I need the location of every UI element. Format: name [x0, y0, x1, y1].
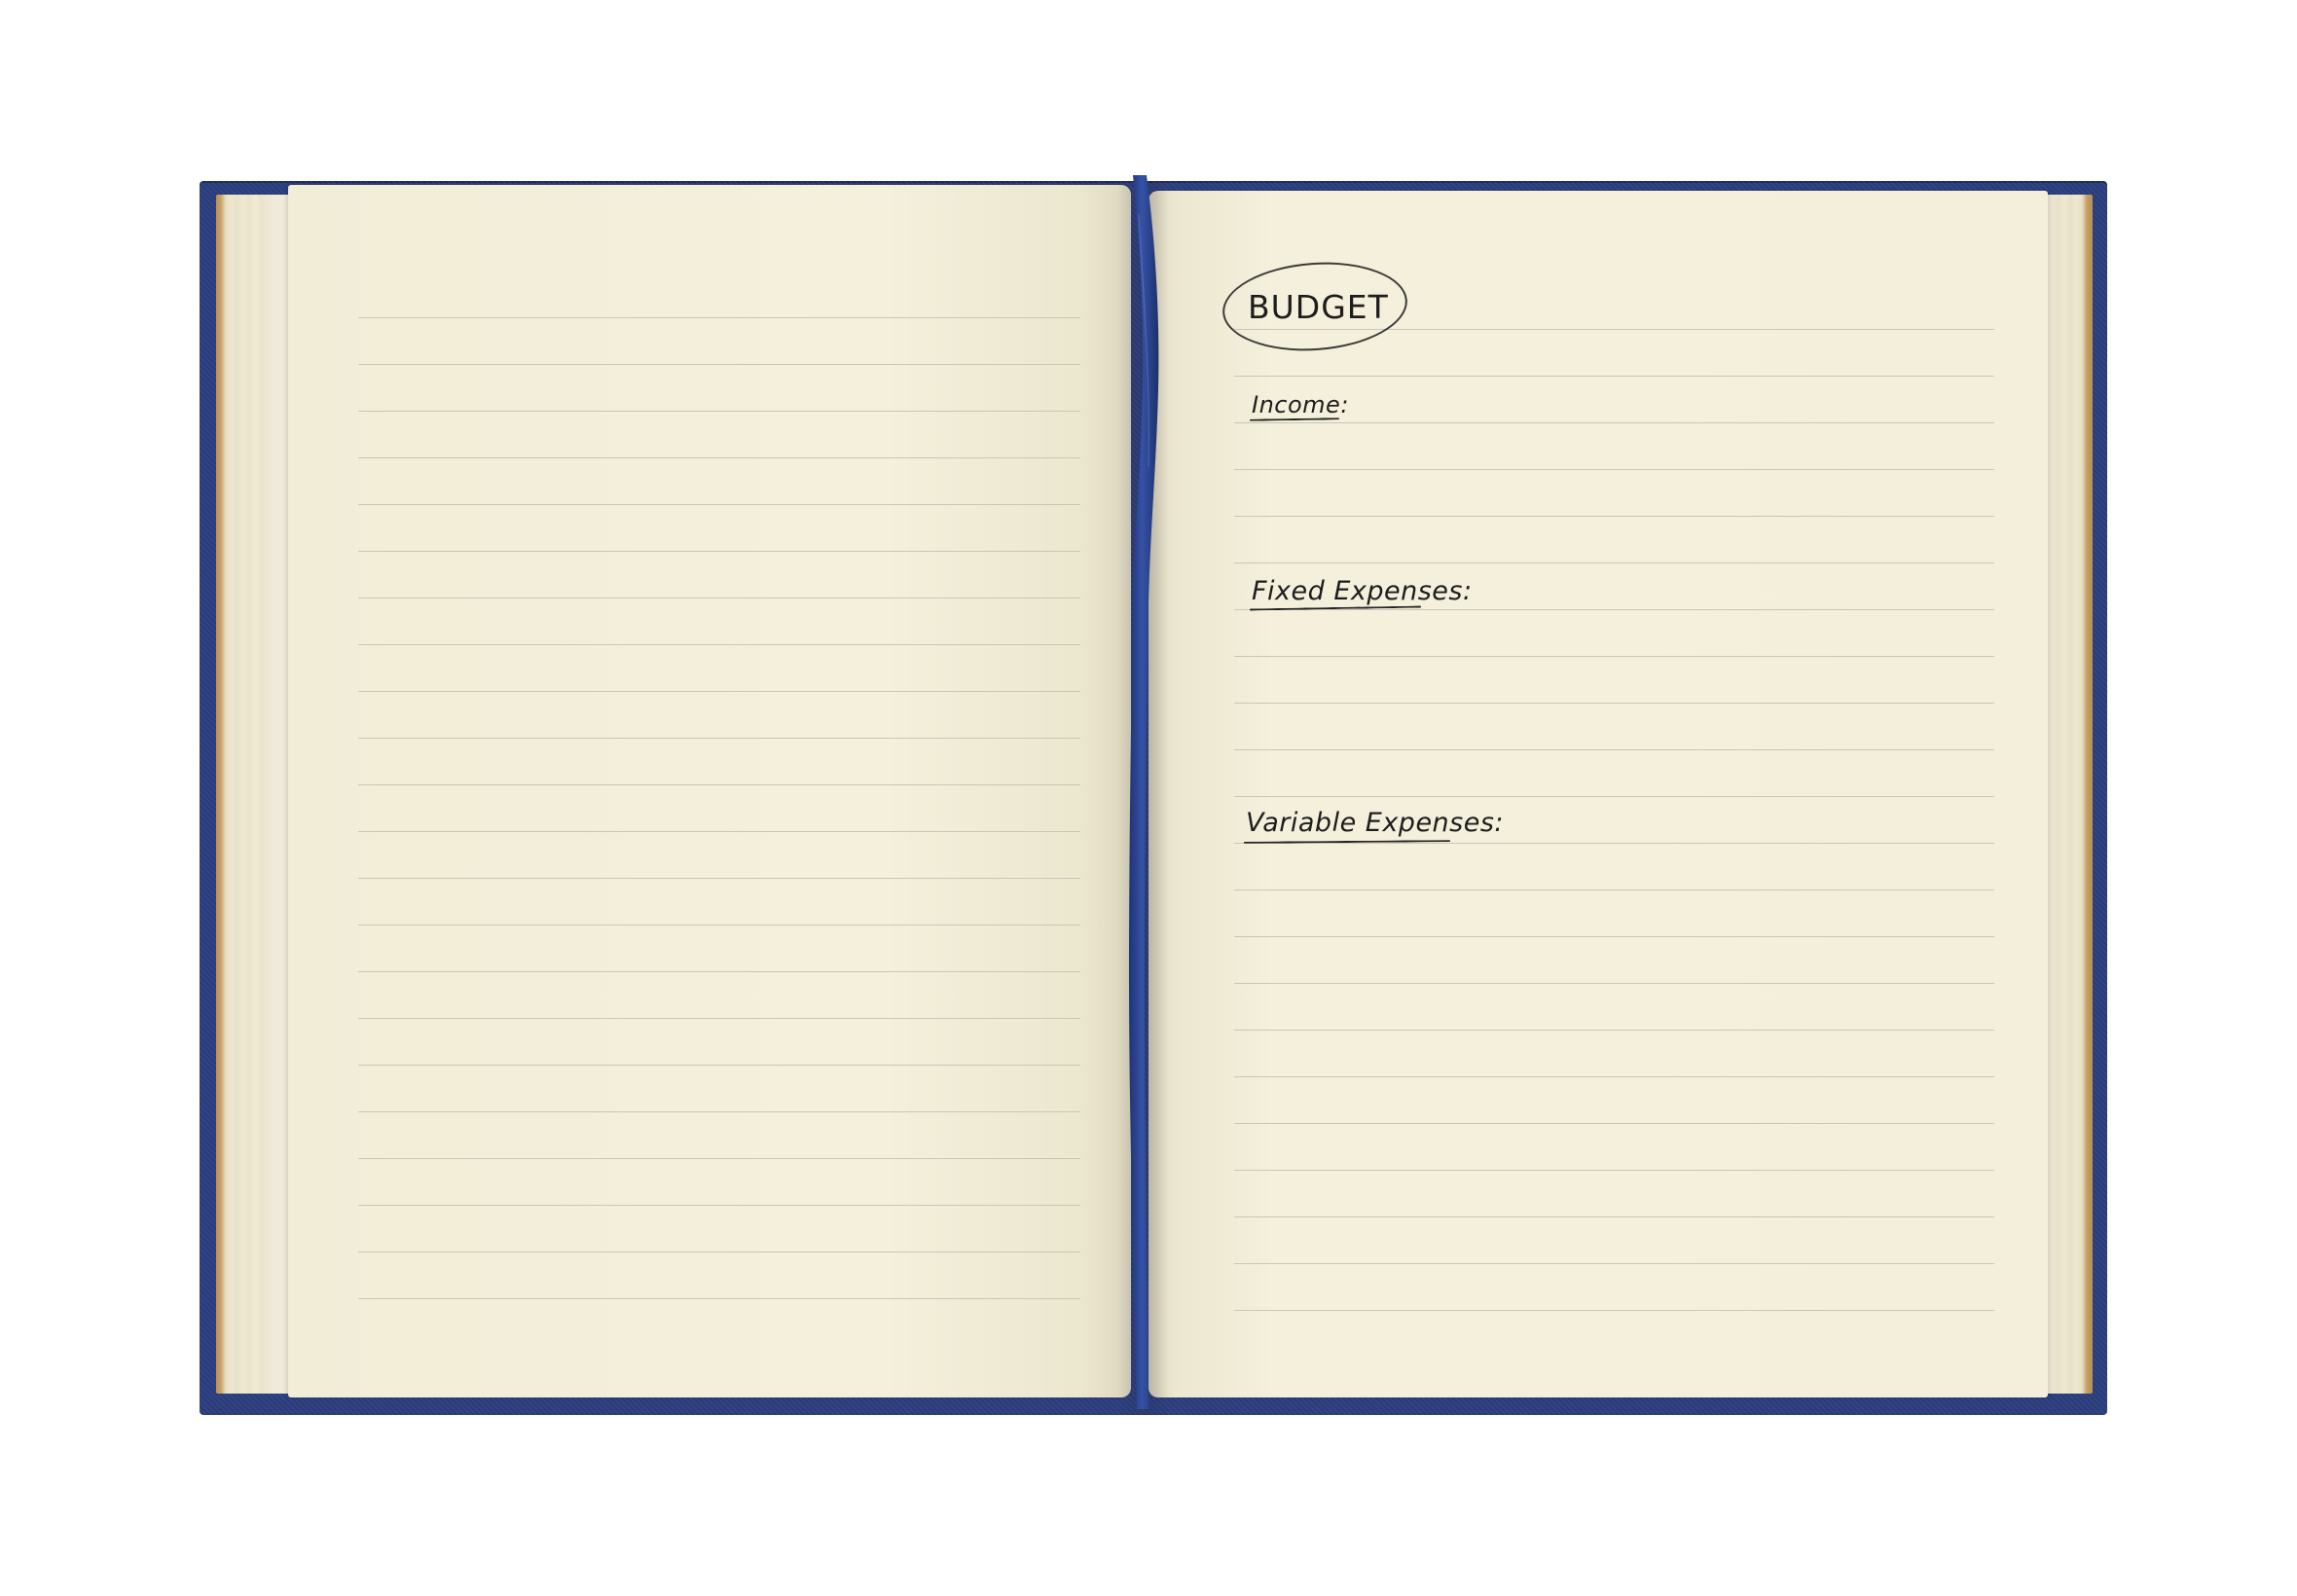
left-page-ruled-lines: [358, 185, 1080, 1397]
ruled-line: [1234, 843, 1994, 844]
ruled-line: [1234, 609, 1994, 610]
ruled-line: [1234, 1030, 1994, 1031]
ruled-line: [1234, 1076, 1994, 1077]
ruled-line: [1234, 983, 1994, 984]
ruled-line: [1234, 1263, 1994, 1264]
ruled-line: [1234, 1170, 1994, 1171]
ruled-line: [1234, 1123, 1994, 1124]
ruled-line: [358, 1111, 1080, 1112]
fixed-expenses-heading: Fixed Expenses:: [1252, 576, 1473, 606]
ruled-line: [358, 971, 1080, 972]
ruled-line: [358, 738, 1080, 739]
ruled-line: [1234, 656, 1994, 657]
ruled-line: [358, 1251, 1080, 1252]
ruled-line: [1234, 749, 1994, 750]
ruled-line: [1234, 422, 1994, 423]
ruled-line: [1234, 516, 1994, 517]
left-page: [288, 185, 1131, 1397]
ruled-line: [358, 784, 1080, 785]
ruled-line: [358, 1065, 1080, 1066]
variable-expenses-heading: Variable Expenses:: [1246, 808, 1505, 838]
ruled-line: [358, 364, 1080, 365]
ruled-line: [358, 457, 1080, 458]
ruled-line: [358, 1298, 1080, 1299]
ruled-line: [358, 691, 1080, 692]
ruled-line: [358, 504, 1080, 505]
ruled-line: [1234, 1310, 1994, 1311]
ruled-line: [358, 1018, 1080, 1019]
ruled-line: [1234, 889, 1994, 890]
ruled-line: [1234, 376, 1994, 377]
ruled-line: [1234, 703, 1994, 704]
ruled-line: [358, 411, 1080, 412]
ruled-line: [1234, 936, 1994, 937]
ruled-line: [358, 831, 1080, 832]
ruled-line: [358, 1158, 1080, 1159]
ruled-line: [358, 644, 1080, 645]
open-notebook: BUDGET Income: Fixed Expenses: Variable …: [0, 0, 2297, 1596]
ruled-line: [358, 1205, 1080, 1206]
right-page-ruled-lines: [1234, 191, 1994, 1397]
ruled-line: [358, 878, 1080, 879]
ruled-line: [1234, 796, 1994, 797]
budget-title: BUDGET: [1248, 288, 1389, 326]
ruled-line: [1234, 1216, 1994, 1217]
ruled-line: [1234, 469, 1994, 470]
ruled-line: [1234, 562, 1994, 563]
income-heading: Income:: [1252, 391, 1349, 418]
ruled-line: [358, 551, 1080, 552]
ruled-line: [358, 317, 1080, 318]
right-page: [1148, 191, 2048, 1397]
